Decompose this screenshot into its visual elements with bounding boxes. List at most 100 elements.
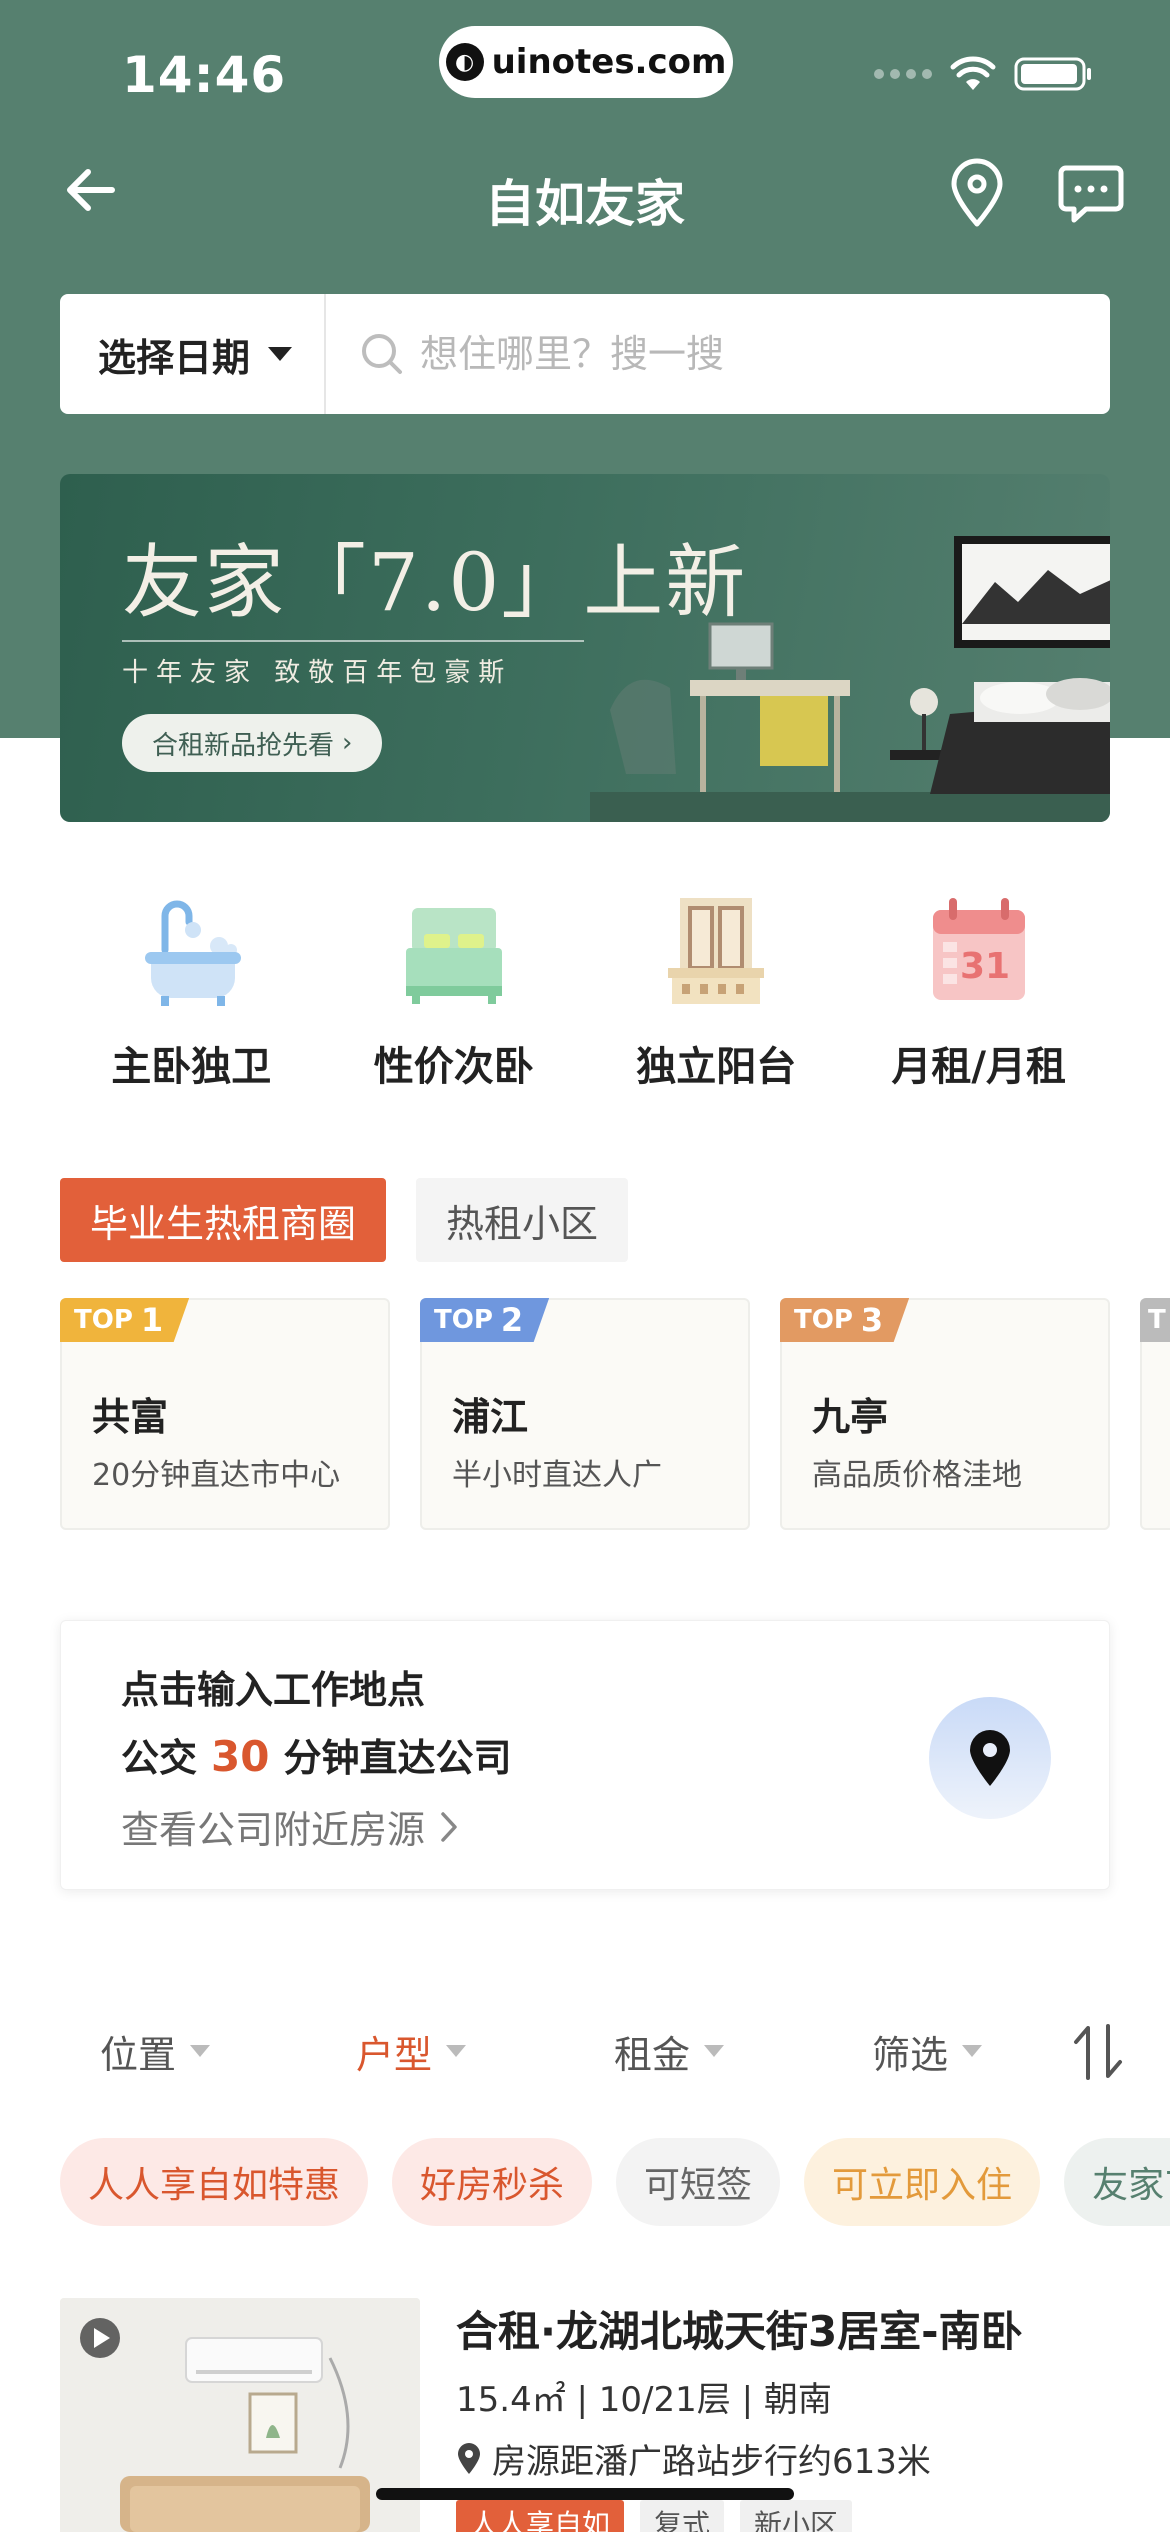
area-name: 共富 [92, 1395, 169, 1439]
quick-filter-chips: 人人享自如特惠 好房秒杀 可短签 可立即入住 友家7 [60, 2138, 1170, 2226]
filter-bar: 位置 户型 租金 筛选 [0, 2016, 1170, 2086]
category-label: 月租/月租 [891, 1044, 1067, 1090]
cellular-signal-icon [874, 69, 932, 79]
category-label: 主卧独卫 [111, 1044, 272, 1090]
caret-down-icon [268, 347, 293, 361]
area-name: 九亭 [812, 1395, 889, 1439]
listing-meta: 15.4㎡ | 10/21层 | 朝南 [456, 2380, 832, 2420]
listing-tag: 新小区 [740, 2500, 853, 2532]
date-select-label: 选择日期 [98, 335, 251, 380]
chip-ziroom-discount[interactable]: 人人享自如特惠 [60, 2138, 369, 2226]
caret-down-icon [446, 2045, 467, 2057]
rank-badge-label: T [1148, 1305, 1166, 1335]
search-icon [362, 334, 402, 374]
area-desc: 高品质价格洼地 [812, 1458, 1022, 1493]
top-area-cards: TOP 1 共富 20分钟直达市中心 TOP 2 浦江 半小时直达人广 TOP … [60, 1298, 1170, 1530]
chevron-right-icon: › [342, 728, 353, 758]
tab-graduate-hot-areas[interactable]: 毕业生热租商圈 [60, 1178, 387, 1262]
bed-icon [405, 908, 502, 1004]
promo-banner[interactable]: 友家「7.0」上新 十年友家 致敬百年包豪斯 合租新品抢先看 › [60, 474, 1110, 822]
listing-tag: 复式 [640, 2500, 725, 2532]
home-indicator[interactable] [376, 2488, 794, 2500]
work-title: 点击输入工作地点 [121, 1668, 426, 1712]
nearby-listings-label: 查看公司附近房源 [121, 1808, 426, 1852]
chip-move-in-now[interactable]: 可立即入住 [804, 2138, 1041, 2226]
location-pin-icon[interactable] [948, 158, 1006, 228]
filter-label: 位置 [100, 2032, 177, 2077]
filter-label: 户型 [356, 2032, 433, 2077]
chip-youjia[interactable]: 友家7 [1064, 2138, 1170, 2226]
rank-badge: T [1140, 1298, 1170, 1342]
battery-icon [1014, 57, 1091, 91]
status-time: 14:46 [122, 46, 287, 104]
balcony-icon [668, 898, 765, 1004]
category-grid: 主卧独卫 性价次卧 独立阳台 31 月租/月租 [60, 890, 1110, 1092]
rank-badge: TOP 3 [780, 1298, 910, 1342]
date-select[interactable]: 选择日期 [60, 294, 326, 414]
banner-cta-label: 合租新品抢先看 [152, 730, 335, 761]
map-pin-button[interactable] [929, 1697, 1051, 1819]
room-photo [60, 2298, 420, 2532]
chevron-right-icon [441, 1811, 457, 1842]
area-desc: 20分钟直达市中心 [92, 1458, 341, 1493]
category-label: 性价次卧 [373, 1044, 534, 1090]
chip-short-lease[interactable]: 可短签 [616, 2138, 781, 2226]
top-area-card[interactable]: TOP 2 浦江 半小时直达人广 [420, 1298, 750, 1530]
rank-number: 2 [500, 1301, 524, 1339]
rank-number: 3 [860, 1301, 884, 1339]
caret-down-icon [962, 2045, 983, 2057]
top-area-card-partial[interactable]: T [1140, 1298, 1170, 1530]
listing-tag: 人人享自如 [456, 2500, 625, 2532]
category-secondary-bedroom[interactable]: 性价次卧 [323, 890, 586, 1092]
chip-flash-sale[interactable]: 好房秒杀 [392, 2138, 593, 2226]
search-input[interactable] [420, 332, 1020, 376]
status-bar: 14:46 ◐ uinotes.com [0, 0, 1170, 140]
commute-minutes: 30 [211, 1732, 270, 1781]
area-desc: 半小时直达人广 [452, 1458, 662, 1493]
caret-down-icon [704, 2045, 725, 2057]
listing-image[interactable] [60, 2298, 420, 2532]
nearby-listings-link[interactable]: 查看公司附近房源 [121, 1799, 459, 1854]
filter-layout[interactable]: 户型 [356, 2016, 467, 2086]
url-text: uinotes.com [491, 42, 727, 82]
site-logo-icon: ◐ [445, 43, 484, 81]
category-balcony[interactable]: 独立阳台 [585, 890, 848, 1092]
listing-title[interactable]: 合租·龙湖北城天街3居室-南卧 [456, 2298, 1023, 2359]
filter-label: 筛选 [872, 2032, 949, 2077]
calendar-icon: 31 [932, 898, 1025, 1000]
status-icons [874, 56, 1094, 92]
search-bar: 选择日期 [60, 294, 1110, 414]
banner-divider [122, 640, 584, 642]
area-name: 浦江 [452, 1395, 529, 1439]
area-tabs: 毕业生热租商圈 热租小区 [60, 1178, 629, 1262]
filter-more[interactable]: 筛选 [872, 2016, 983, 2086]
work-location-card[interactable]: 点击输入工作地点 公交 30 分钟直达公司 查看公司附近房源 [60, 1620, 1110, 1890]
filter-rent[interactable]: 租金 [614, 2016, 725, 2086]
banner-subtitle: 十年友家 致敬百年包豪斯 [122, 658, 513, 688]
category-label: 独立阳台 [636, 1044, 797, 1090]
message-icon[interactable] [1058, 164, 1124, 224]
url-pill[interactable]: ◐ uinotes.com [439, 26, 733, 98]
rank-badge-label: TOP [434, 1305, 493, 1335]
search-field[interactable] [326, 332, 1110, 376]
banner-title: 友家「7.0」上新 [122, 536, 748, 629]
map-pin-icon [970, 1730, 1010, 1786]
rank-badge: TOP 2 [420, 1298, 550, 1342]
commute-line: 公交 30 分钟直达公司 [121, 1727, 511, 1782]
wifi-icon [950, 56, 996, 90]
calendar-day-text: 31 [960, 946, 1010, 987]
filter-label: 租金 [614, 2032, 691, 2077]
bathtub-icon [145, 900, 242, 1006]
category-monthly-rent[interactable]: 31 月租/月租 [848, 890, 1111, 1092]
filter-location[interactable]: 位置 [100, 2016, 211, 2086]
sort-icon[interactable] [1072, 2022, 1124, 2082]
top-area-card[interactable]: TOP 3 九亭 高品质价格洼地 [780, 1298, 1110, 1530]
rank-badge: TOP 1 [60, 1298, 190, 1342]
caret-down-icon [190, 2045, 211, 2057]
tab-hot-communities[interactable]: 热租小区 [416, 1178, 629, 1262]
top-area-card[interactable]: TOP 1 共富 20分钟直达市中心 [60, 1298, 390, 1530]
commute-prefix: 公交 [121, 1736, 198, 1780]
category-master-bath[interactable]: 主卧独卫 [60, 890, 323, 1092]
banner-cta-button[interactable]: 合租新品抢先看 › [122, 714, 383, 772]
location-pin-icon [458, 2442, 480, 2474]
